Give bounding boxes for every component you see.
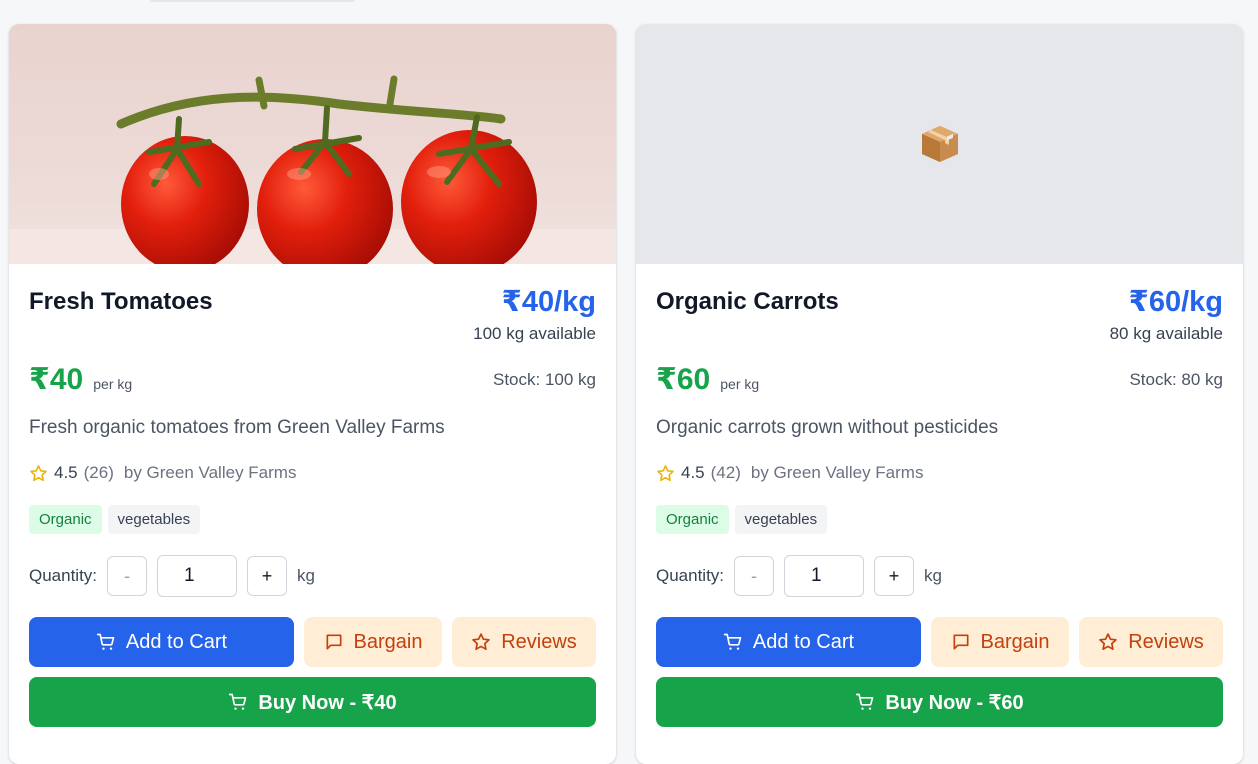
reviews-button[interactable]: Reviews [1079, 617, 1223, 667]
add-to-cart-label: Add to Cart [125, 630, 228, 653]
price: ₹40 [29, 363, 84, 396]
review-count: (26) [83, 463, 114, 482]
reviews-button[interactable]: Reviews [452, 617, 596, 667]
quantity-input[interactable] [784, 555, 865, 597]
product-image-placeholder[interactable] [636, 24, 1243, 264]
message-icon [326, 634, 342, 650]
buy-now-label: Buy Now - ₹60 [885, 691, 1024, 714]
quantity-input[interactable] [157, 555, 238, 597]
product-description: Fresh organic tomatoes from Green Valley… [29, 417, 445, 438]
add-to-cart-label: Add to Cart [752, 630, 855, 653]
quantity-increase-button[interactable]: + [874, 556, 915, 596]
tomatoes-photo [9, 75, 616, 264]
cart-icon [723, 633, 742, 650]
review-count: (42) [710, 463, 741, 482]
stock-label: Stock: 80 kg [1129, 369, 1223, 389]
add-to-cart-button[interactable]: Add to Cart [656, 617, 921, 667]
availability: 80 kg available [1109, 324, 1223, 343]
seller-name: by Green Valley Farms [750, 463, 924, 482]
star-outline-icon [1099, 633, 1117, 650]
tag-organic: Organic [29, 505, 102, 534]
buy-now-label: Buy Now - ₹40 [258, 691, 397, 714]
product-image-tomatoes[interactable] [9, 24, 616, 264]
product-description: Organic carrots grown without pesticides [656, 417, 999, 438]
product-name: Organic Carrots [656, 288, 839, 315]
bargain-label: Bargain [353, 630, 423, 653]
star-icon [657, 464, 674, 481]
per-unit-label: per kg [720, 376, 760, 392]
rating-value: 4.5 [681, 463, 705, 482]
tag-category: vegetables [107, 505, 201, 534]
cart-icon [96, 633, 115, 650]
quantity-increase-button[interactable]: + [247, 556, 288, 596]
star-icon [30, 464, 47, 481]
buy-now-button[interactable]: Buy Now - ₹40 [29, 677, 596, 727]
bargain-button[interactable]: Bargain [931, 617, 1069, 667]
quantity-label: Quantity: [29, 566, 98, 585]
cart-icon [229, 693, 247, 710]
buy-now-button[interactable]: Buy Now - ₹60 [656, 677, 1223, 727]
unit-price: ₹60/kg [1128, 286, 1223, 318]
price: ₹60 [656, 363, 711, 396]
stock-label: Stock: 100 kg [492, 369, 596, 389]
rating-value: 4.5 [54, 463, 78, 482]
seller-name: by Green Valley Farms [123, 463, 297, 482]
product-card: Fresh Tomatoes ₹40/kg 100 kg available ₹… [9, 24, 616, 764]
quantity-label: Quantity: [656, 566, 725, 585]
product-grid: Fresh Tomatoes ₹40/kg 100 kg available ₹… [9, 24, 1243, 764]
message-icon [953, 634, 969, 650]
quantity-decrease-button[interactable]: - [734, 556, 775, 596]
per-unit-label: per kg [93, 376, 133, 392]
quantity-decrease-button[interactable]: - [107, 556, 148, 596]
bargain-button[interactable]: Bargain [304, 617, 442, 667]
quantity-unit: kg [297, 566, 316, 585]
package-icon [921, 126, 958, 162]
tag-category: vegetables [734, 505, 828, 534]
top-scroll-remnant [150, 0, 355, 2]
product-card: Organic Carrots ₹60/kg 80 kg available ₹… [636, 24, 1243, 764]
tag-organic: Organic [656, 505, 729, 534]
reviews-label: Reviews [1128, 630, 1204, 653]
star-outline-icon [472, 633, 490, 650]
add-to-cart-button[interactable]: Add to Cart [29, 617, 294, 667]
availability: 100 kg available [473, 324, 596, 343]
reviews-label: Reviews [501, 630, 577, 653]
bargain-label: Bargain [980, 630, 1050, 653]
unit-price: ₹40/kg [501, 286, 596, 318]
cart-icon [856, 693, 874, 710]
quantity-unit: kg [924, 566, 943, 585]
product-name: Fresh Tomatoes [29, 288, 213, 315]
